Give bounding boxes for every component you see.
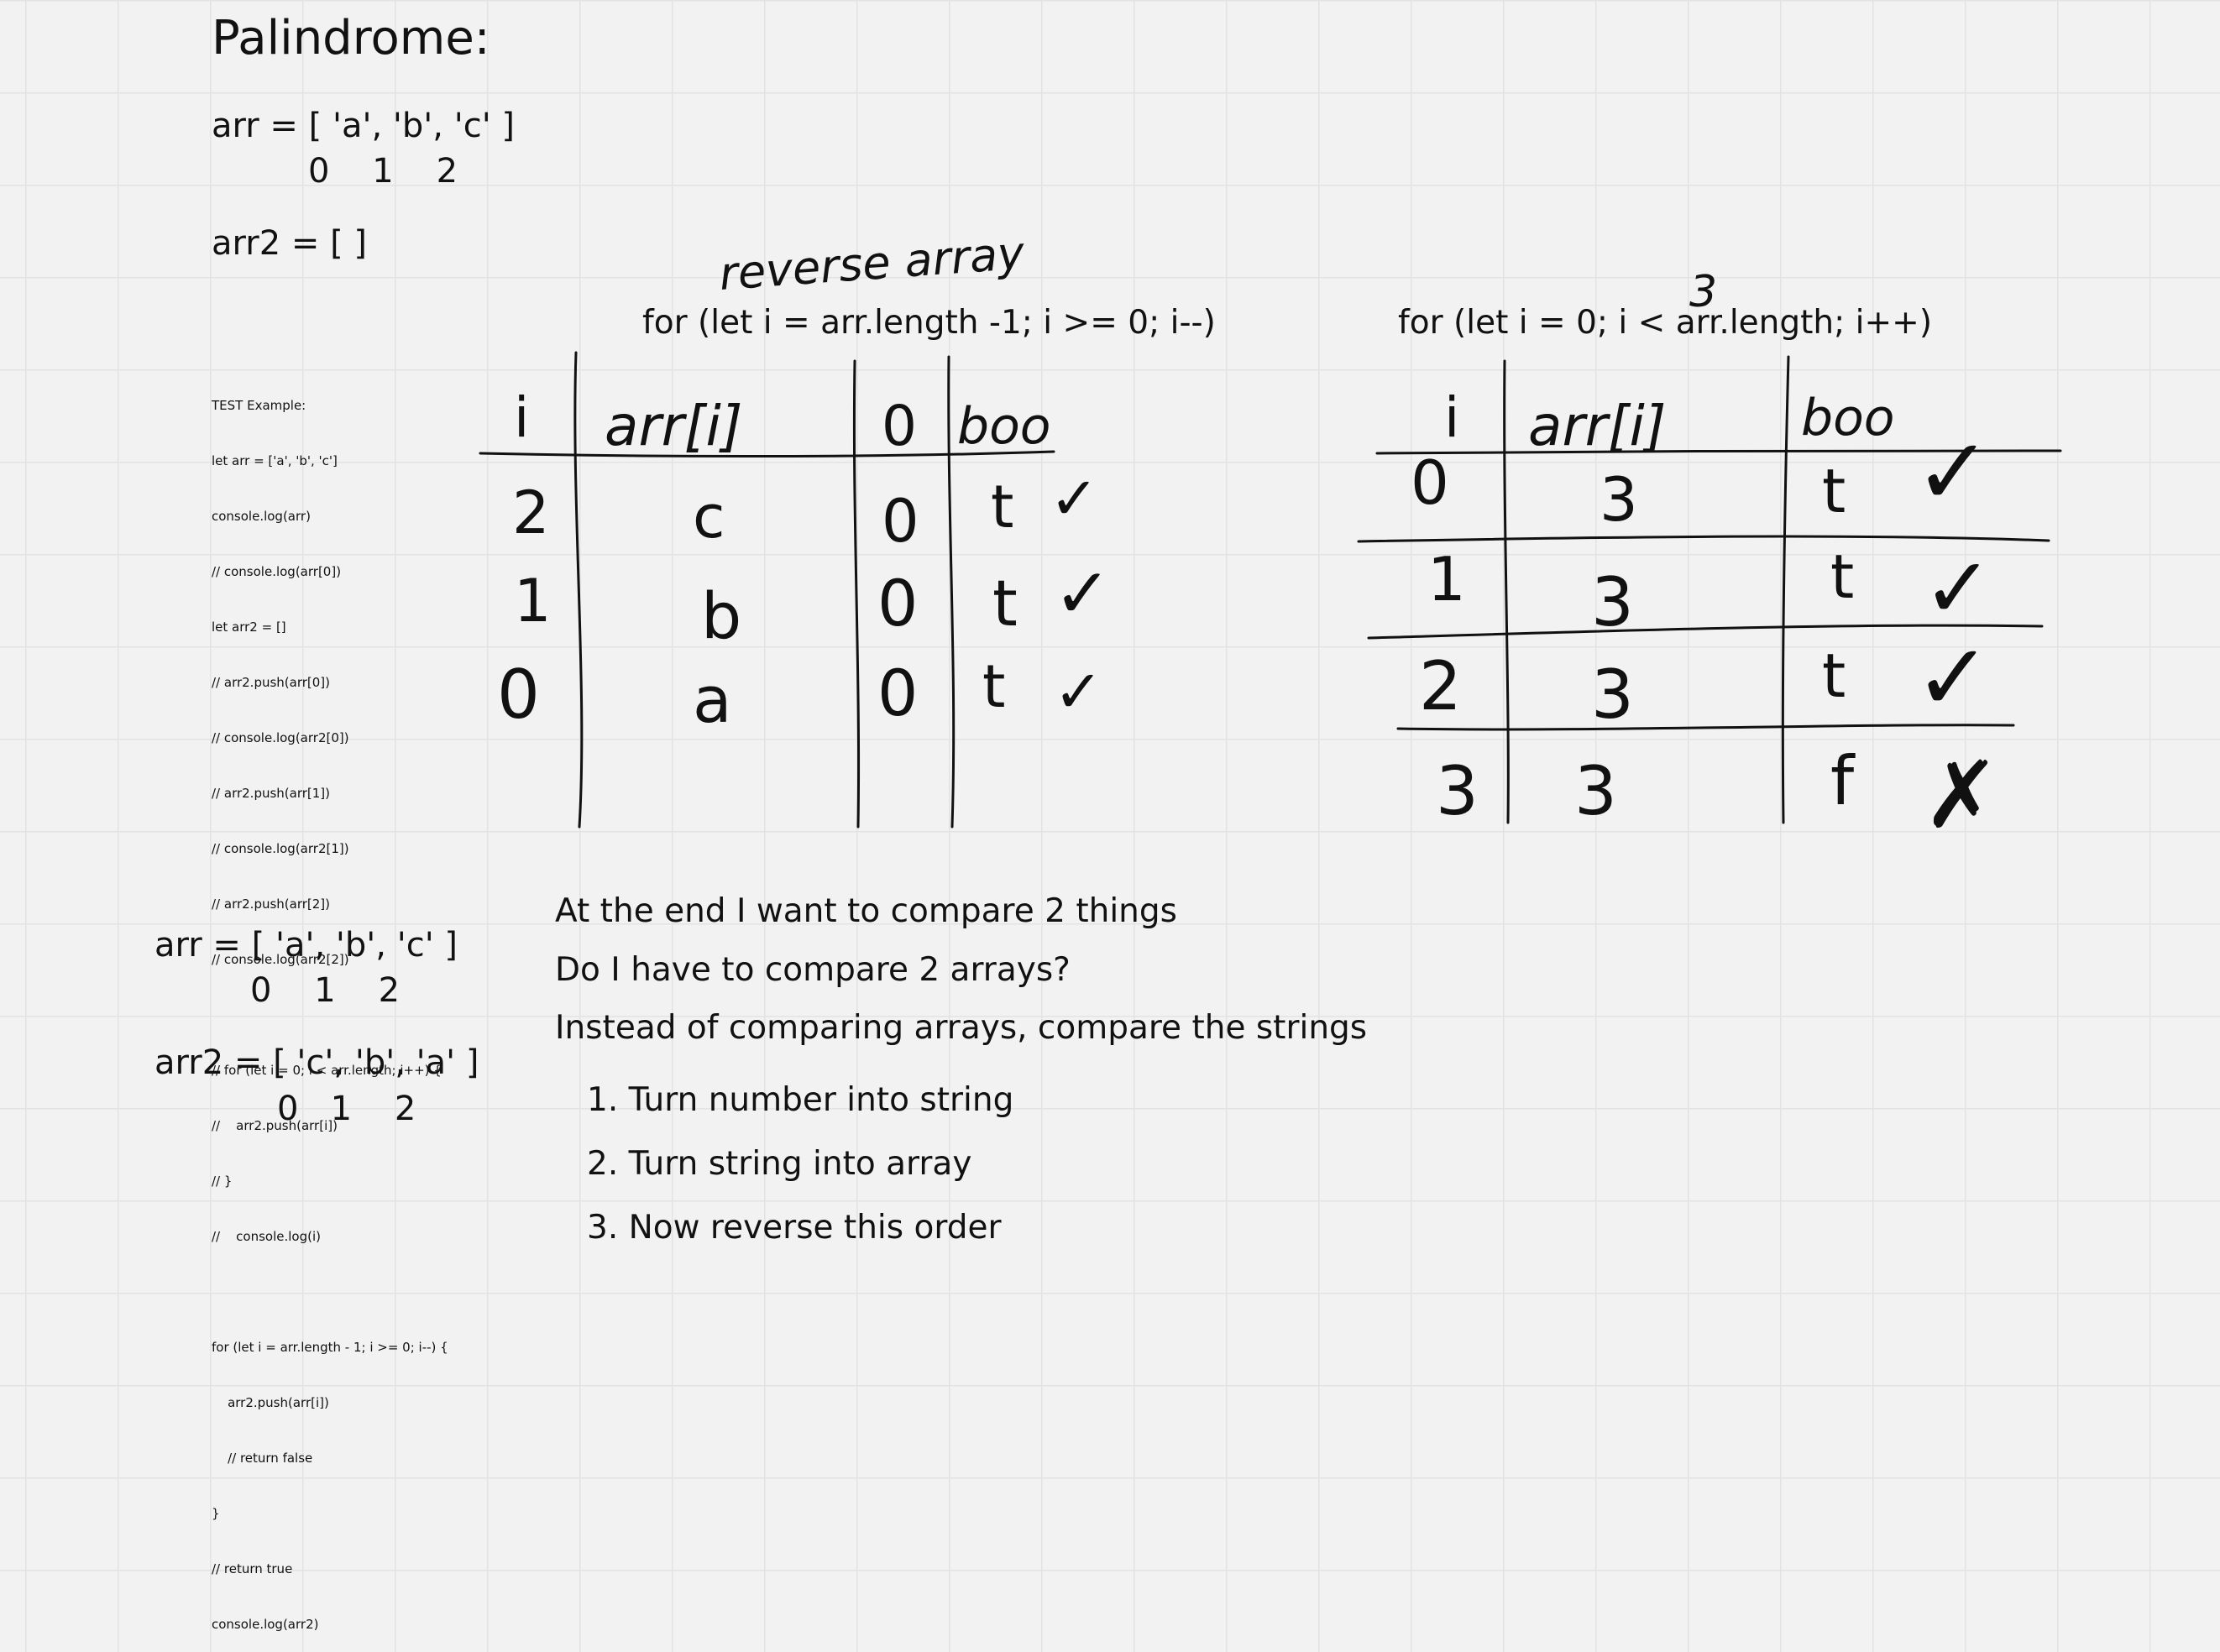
right-row-val: 3 — [1574, 752, 1617, 830]
right-header-arr-i: arr[i] — [1528, 394, 1667, 458]
note-line: Instead of comparing arrays, compare the… — [555, 1009, 1368, 1047]
code-line: } — [212, 1506, 220, 1521]
right-header-boo: boo — [1801, 389, 1895, 447]
right-table-row-rule — [1357, 535, 2050, 543]
code-line: // } — [212, 1174, 233, 1189]
right-row-i: 2 — [1419, 647, 1462, 725]
left-row-check: ✓ — [1054, 657, 1103, 726]
arr-indices-bottom: 0 1 2 — [250, 971, 401, 1010]
code-line: // arr2.push(arr[1]) — [212, 786, 331, 801]
code-line: // arr2.push(arr[0]) — [212, 675, 331, 690]
code-line: let arr2 = [] — [212, 620, 286, 635]
code-line: // console.log(i) — [212, 1229, 322, 1244]
page-title: Palindrome: — [212, 11, 490, 65]
right-table-header-rule — [1375, 449, 2062, 455]
left-row-val: c — [693, 483, 725, 552]
right-table-divider — [1503, 359, 1510, 824]
step-item: 1. Turn number into string — [587, 1081, 1014, 1119]
right-row-val: 3 — [1591, 563, 1634, 641]
arr2-declaration-bottom: arr2 = [ 'c', 'b', 'a' ] — [154, 1043, 479, 1082]
left-row-val: b — [701, 578, 741, 653]
left-table-divider — [947, 355, 956, 829]
code-line: // console.log(arr2[0]) — [212, 730, 349, 745]
left-row-zero: 0 — [877, 566, 918, 640]
code-line: // return false — [212, 1451, 313, 1466]
code-line: // return true — [212, 1561, 293, 1576]
left-table-header-rule — [479, 450, 1055, 458]
left-row-i: 2 — [512, 478, 550, 547]
right-row-check: ✓ — [1923, 539, 1993, 637]
right-row-cross: ✗ — [1923, 741, 2000, 849]
right-row-val: 3 — [1591, 656, 1634, 734]
reverse-array-annotation: reverse array — [718, 227, 1027, 301]
step-item: 3. Now reverse this order — [587, 1209, 1002, 1247]
code-line: console.log(arr2) — [212, 1617, 319, 1632]
forward-loop-header: for (let i = 0; i < arr.length; i++) — [1398, 304, 1933, 342]
right-table-row-rule — [1367, 624, 2044, 640]
arr-declaration-bottom: arr = [ 'a', 'b', 'c' ] — [154, 926, 458, 965]
left-row-i: 0 — [497, 656, 540, 734]
code-line: // console.log(arr2[1]) — [212, 841, 349, 856]
code-line: // console.log(arr[0]) — [212, 564, 342, 579]
right-row-check: ✓ — [1914, 418, 1992, 525]
right-row-boo: t — [1830, 541, 1854, 612]
right-header-i: i — [1444, 385, 1459, 450]
left-header-i: i — [514, 385, 529, 450]
right-row-i: 1 — [1427, 544, 1466, 614]
right-table-divider — [1781, 355, 1790, 824]
left-row-check: ✓ — [1050, 464, 1099, 533]
left-row-zero: 0 — [882, 487, 919, 556]
code-line: TEST Example: — [212, 398, 306, 413]
right-row-boo: t — [1822, 640, 1846, 711]
note-line: Do I have to compare 2 arrays? — [555, 951, 1071, 989]
arr-declaration-top: arr = [ 'a', 'b', 'c' ] — [212, 107, 516, 145]
code-line: console.log(arr) — [212, 509, 311, 524]
left-row-check: ✓ — [1054, 554, 1112, 634]
reverse-loop-header: for (let i = arr.length -1; i >= 0; i--) — [642, 304, 1216, 342]
arr2-indices-bottom: 0 1 2 — [277, 1090, 416, 1128]
right-row-boo: t — [1822, 456, 1846, 526]
right-row-val: 3 — [1600, 464, 1638, 535]
left-row-boo: t — [992, 566, 1018, 640]
left-row-val: a — [693, 662, 732, 737]
arr-indices-top: 0 1 2 — [308, 152, 458, 191]
left-table-divider — [852, 359, 861, 829]
code-line: arr2.push(arr[i]) — [212, 1395, 329, 1410]
note-line: At the end I want to compare 2 things — [555, 892, 1177, 930]
right-row-boo: f — [1830, 742, 1856, 820]
left-row-boo: t — [982, 652, 1005, 721]
arr2-declaration-top: arr2 = [ ] — [212, 224, 368, 263]
left-table-divider — [573, 351, 584, 829]
left-row-boo: t — [991, 473, 1013, 541]
code-line: let arr = ['a', 'b', 'c'] — [212, 453, 338, 468]
code-line: // arr2.push(arr[2]) — [212, 897, 331, 912]
right-table-row-rule — [1396, 724, 2015, 731]
right-row-i: 3 — [1436, 752, 1479, 830]
right-row-i: 0 — [1411, 447, 1449, 518]
code-line: for (let i = arr.length - 1; i >= 0; i--… — [212, 1340, 448, 1355]
left-row-zero: 0 — [877, 656, 918, 730]
left-header-zero: 0 — [882, 394, 917, 458]
step-item: 2. Turn string into array — [587, 1145, 972, 1183]
left-header-boo: boo — [957, 397, 1051, 456]
right-row-check: ✓ — [1914, 624, 1992, 731]
left-row-i: 1 — [514, 567, 552, 635]
left-header-arr-i: arr[i] — [605, 394, 743, 458]
